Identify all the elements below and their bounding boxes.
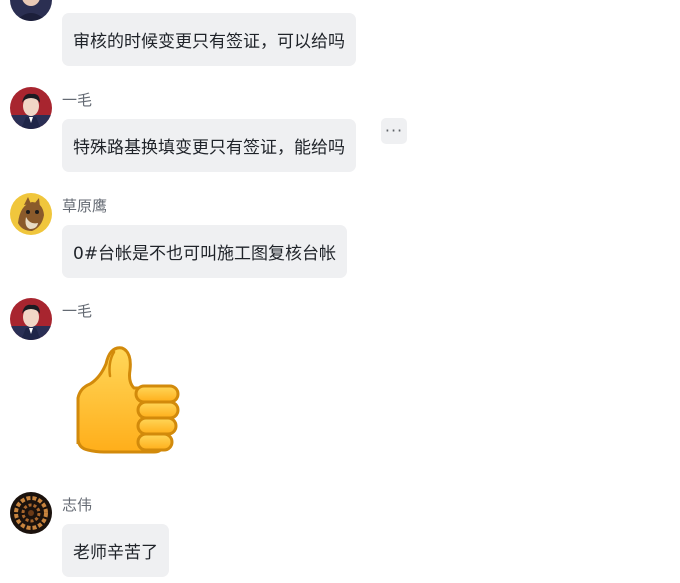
sender-name: 一毛 — [62, 302, 93, 320]
sender-name: 一毛 — [62, 91, 93, 109]
sender-name: 草原鹰 — [62, 197, 108, 215]
message-text: 审核的时候变更只有签证，可以给吗 — [73, 32, 345, 52]
message-bubble[interactable]: 特殊路基换填变更只有签证，能给吗 — [62, 119, 356, 172]
avatar[interactable] — [10, 0, 52, 21]
avatar[interactable] — [10, 298, 52, 340]
thumbs-up-icon — [76, 346, 180, 454]
more-icon: ··· — [384, 121, 404, 140]
message-text: 特殊路基换填变更只有签证，能给吗 — [73, 138, 345, 158]
thumbs-up-sticker[interactable] — [74, 340, 186, 456]
avatar[interactable] — [10, 87, 52, 129]
avatar[interactable] — [10, 492, 52, 534]
more-actions-button[interactable]: ··· — [381, 118, 407, 144]
message-text: 老师辛苦了 — [73, 543, 158, 563]
avatar[interactable] — [10, 193, 52, 235]
message-bubble[interactable]: 老师辛苦了 — [62, 524, 169, 577]
message-bubble[interactable]: 0#台帐是不也可叫施工图复核台帐 — [62, 225, 348, 278]
message-text: 0#台帐是不也可叫施工图复核台帐 — [73, 244, 337, 264]
message-bubble[interactable]: 审核的时候变更只有签证，可以给吗 — [62, 13, 356, 66]
sender-name: 志伟 — [62, 496, 93, 514]
